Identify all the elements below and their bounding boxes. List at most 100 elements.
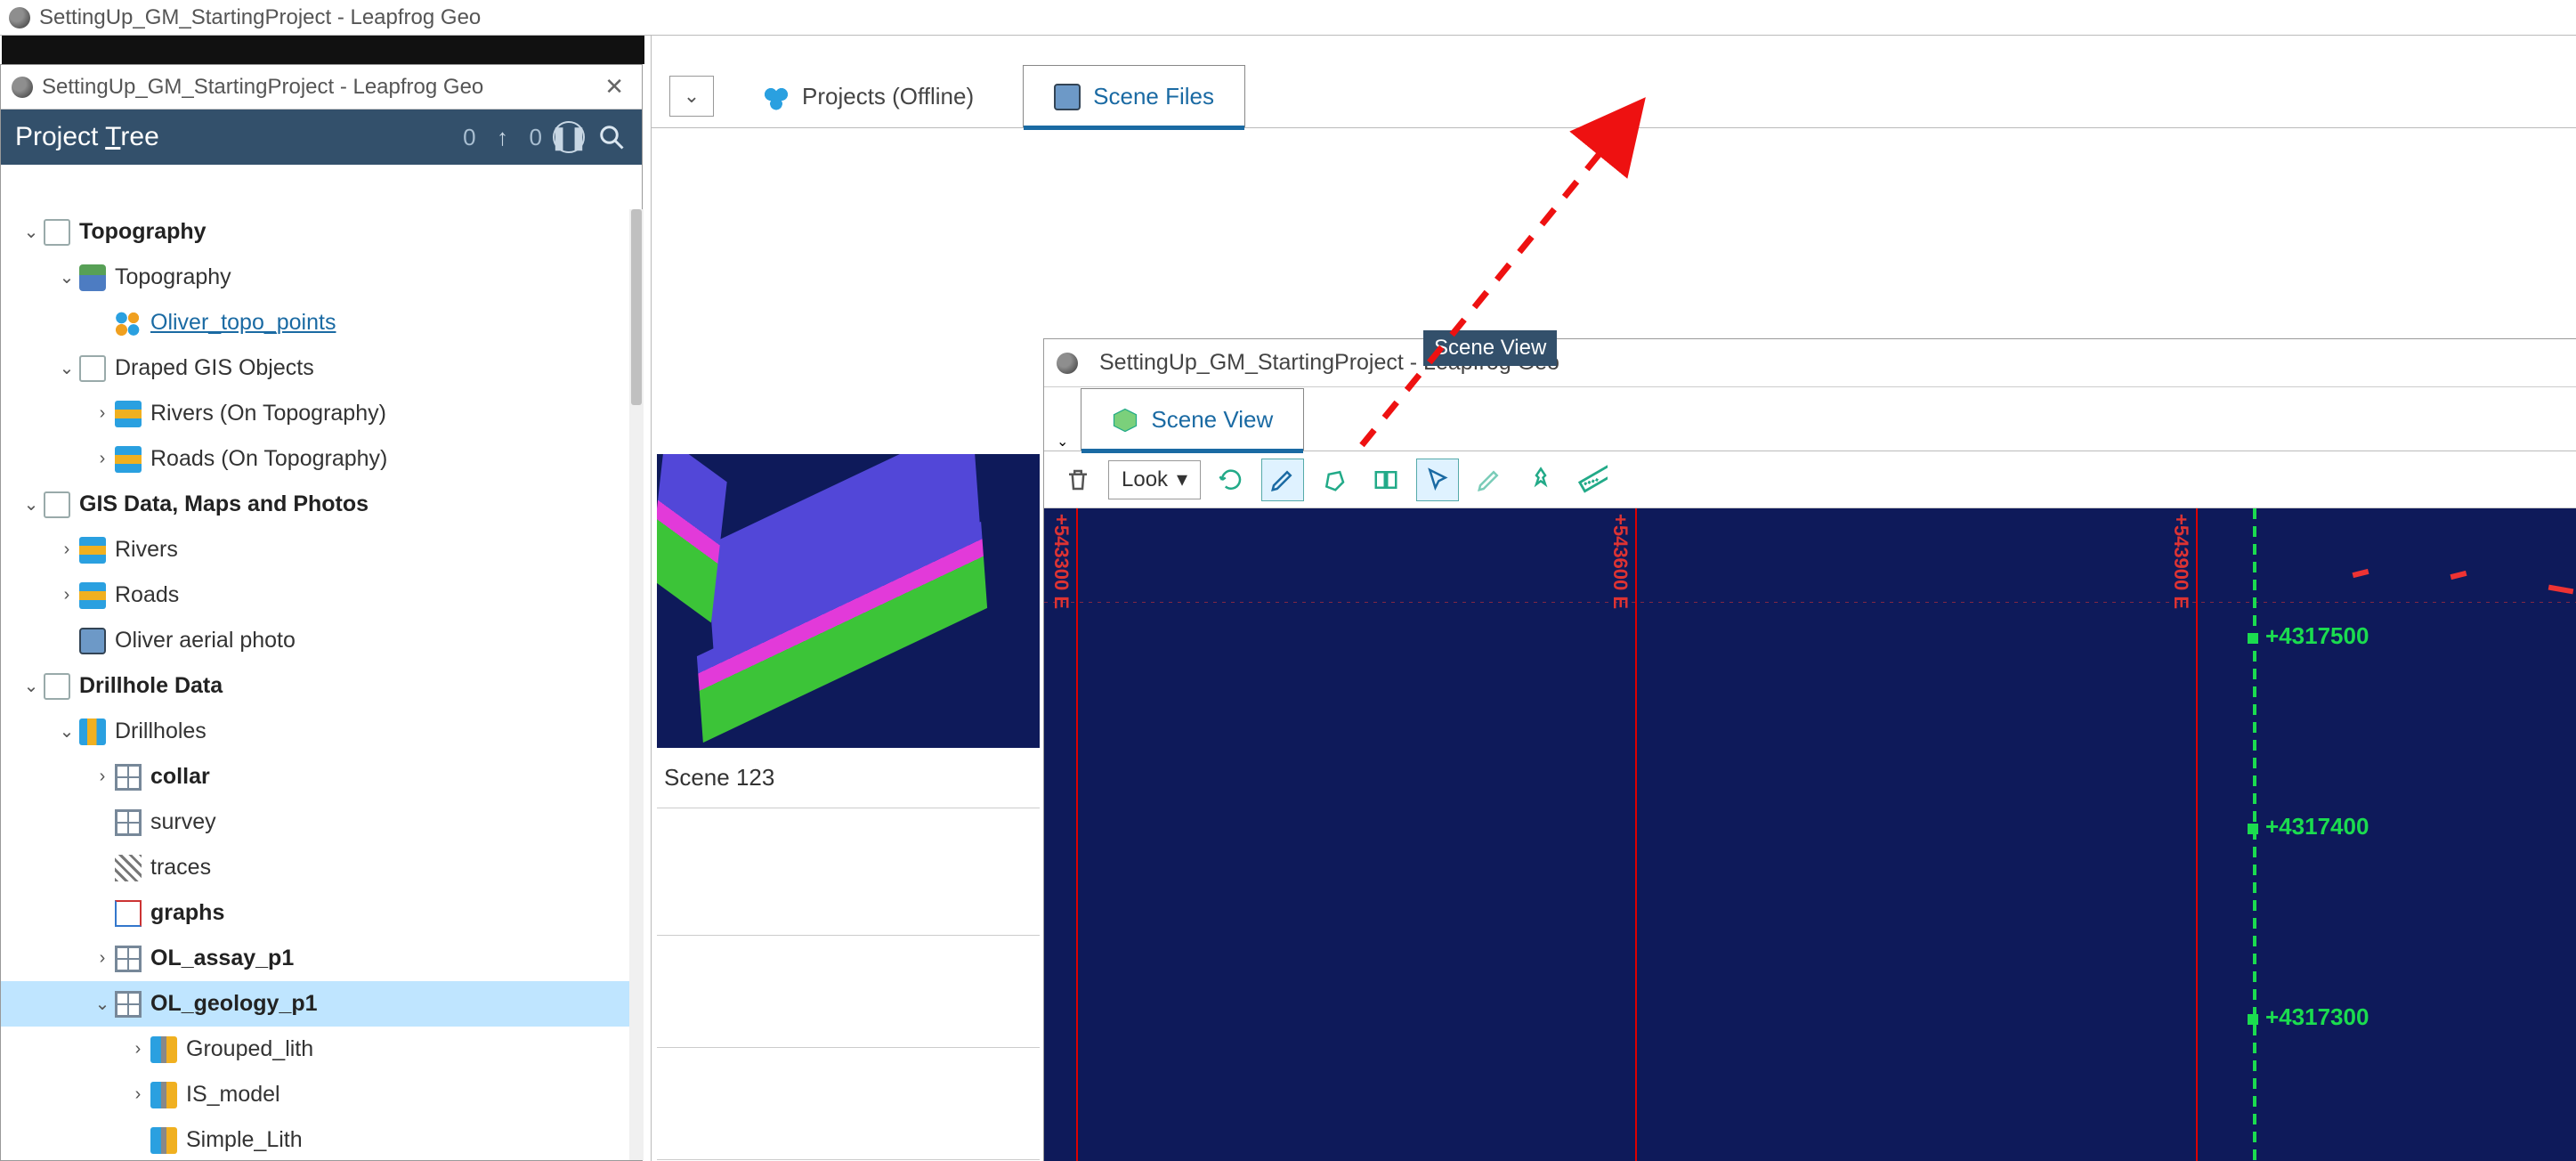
scrollbar-track[interactable] [629, 209, 644, 1160]
float-tab-strip: ⌄ Scene View [1044, 387, 2576, 451]
chevron-right-icon[interactable]: › [126, 1084, 150, 1105]
tree-label: collar [150, 764, 210, 790]
tree-row[interactable]: ⌄ Drillholes [1, 709, 644, 754]
look-dropdown[interactable]: Look ▾ [1108, 460, 1201, 499]
chevron-down-icon[interactable]: ⌄ [19, 493, 44, 516]
tree-label: Oliver aerial photo [115, 628, 296, 654]
east-tick [2248, 1014, 2258, 1025]
layout-icon[interactable] [1365, 459, 1407, 501]
tree-label: Rivers (On Topography) [150, 401, 386, 426]
tab-scene-files-label: Scene Files [1093, 83, 1214, 110]
tab-menu-chevron[interactable]: ⌄ [669, 76, 714, 117]
tab-menu-chevron[interactable]: ⌄ [1057, 433, 1068, 451]
tooltip-scene-view: Scene View [1423, 330, 1557, 366]
chevron-right-icon[interactable]: › [54, 585, 79, 605]
search-icon[interactable] [595, 121, 628, 153]
app-icon [1057, 353, 1078, 374]
chevron-right-icon[interactable]: › [90, 403, 115, 424]
layer-icon [79, 537, 106, 564]
chevron-right-icon[interactable]: › [54, 540, 79, 560]
tree-label: Simple_Lith [186, 1127, 303, 1153]
up-arrow-icon[interactable]: ↑ [487, 121, 519, 153]
east-tick [2248, 824, 2258, 834]
tree-row[interactable]: ›IS_model [1, 1072, 644, 1117]
row-separator [657, 935, 1040, 936]
polygon-icon[interactable] [1313, 459, 1356, 501]
tree-label: Roads (On Topography) [150, 446, 387, 472]
axis-label: +543600 E [1608, 514, 1632, 609]
east-label: +4317400 [2265, 813, 2369, 840]
delete-icon[interactable] [1057, 459, 1099, 501]
layer-icon [115, 401, 142, 427]
scrollbar-thumb[interactable] [631, 209, 642, 405]
tree-row[interactable]: graphs [1, 890, 644, 936]
grid-v-line [2196, 508, 2198, 1161]
tree-row[interactable]: ⌄Drillhole Data [1, 663, 644, 709]
chevron-down-icon[interactable]: ⌄ [54, 266, 79, 288]
tree-row[interactable]: ⌄ GIS Data, Maps and Photos [1, 482, 644, 527]
chevron-down-icon[interactable]: ⌄ [19, 675, 44, 697]
tree-row[interactable]: survey [1, 800, 644, 845]
tree-row[interactable]: ⌄OL_geology_p1 [1, 981, 644, 1027]
table-icon [115, 764, 142, 791]
eraser-icon[interactable] [1468, 459, 1511, 501]
chevron-down-icon[interactable]: ⌄ [19, 221, 44, 243]
left-panel: SettingUp_GM_StartingProject - Leapfrog … [0, 36, 652, 1161]
folder-icon [44, 673, 70, 700]
tree-row[interactable]: Oliver_topo_points [1, 300, 644, 345]
tab-scene-files[interactable]: Scene Files [1023, 65, 1245, 127]
chevron-down-icon[interactable]: ⌄ [90, 993, 115, 1015]
project-tree[interactable]: ⌄Topography⌄TopographyOliver_topo_points… [1, 209, 644, 1160]
pen-tool-icon[interactable] [1261, 459, 1304, 501]
chevron-right-icon[interactable]: › [126, 1039, 150, 1060]
tree-row[interactable]: › OL_assay_p1 [1, 936, 644, 981]
tree-row[interactable]: ⌄Topography [1, 209, 644, 255]
ruler-icon[interactable] [1571, 459, 1614, 501]
tree-row[interactable]: Oliver aerial photo [1, 618, 644, 663]
tree-label: graphs [150, 900, 224, 926]
scene-viewport[interactable]: +543300 E +543600 E +543900 E +4317500 +… [1044, 508, 2576, 1161]
scene-card[interactable]: Scene 123 [657, 454, 1040, 808]
tree-row[interactable]: › collar [1, 754, 644, 800]
tree-row[interactable]: ›Grouped_lith [1, 1027, 644, 1072]
tree-row[interactable]: ›Rivers [1, 527, 644, 572]
close-icon[interactable]: ✕ [604, 73, 624, 101]
tree-row[interactable]: traces [1, 845, 644, 890]
tree-label: OL_assay_p1 [150, 946, 294, 971]
main-title-text: SettingUp_GM_StartingProject - Leapfrog … [39, 5, 481, 30]
axis-label: +543300 E [1049, 514, 1073, 609]
chevron-down-icon[interactable]: ⌄ [54, 720, 79, 743]
tree-row[interactable]: › Rivers (On Topography) [1, 391, 644, 436]
chevron-right-icon[interactable]: › [90, 948, 115, 969]
app-icon [12, 77, 33, 98]
tree-row[interactable]: Simple_Lith [1, 1117, 644, 1160]
tree-row[interactable]: ⌄Draped GIS Objects [1, 345, 644, 391]
tree-label: GIS Data, Maps and Photos [79, 491, 369, 517]
tab-scene-view[interactable]: Scene View [1081, 388, 1304, 451]
folder-icon [44, 491, 70, 518]
grouped-icon [150, 1127, 177, 1154]
scene-files-icon [1054, 84, 1081, 110]
tree-row[interactable]: ⌄Topography [1, 255, 644, 300]
dots-icon [115, 310, 142, 337]
tab-projects[interactable]: Projects (Offline) [732, 65, 1005, 127]
tree-label: Drillholes [115, 719, 207, 744]
black-band [2, 36, 644, 64]
refresh-icon[interactable] [1210, 459, 1252, 501]
chevron-right-icon[interactable]: › [90, 449, 115, 469]
table-icon [115, 946, 142, 972]
grid-v-line [1635, 508, 1637, 1161]
pin-icon[interactable] [1519, 459, 1562, 501]
east-label: +4317300 [2265, 1003, 2369, 1031]
app-icon [9, 7, 30, 28]
cursor-icon[interactable] [1416, 459, 1459, 501]
chevron-down-icon[interactable]: ⌄ [54, 357, 79, 379]
pause-icon[interactable]: ❚❚ [553, 121, 585, 153]
chevron-right-icon[interactable]: › [90, 767, 115, 787]
tree-row[interactable]: ›Roads [1, 572, 644, 618]
tab-scene-view-label: Scene View [1151, 406, 1273, 434]
layer-icon [115, 446, 142, 473]
tree-row[interactable]: › Roads (On Topography) [1, 436, 644, 482]
table-icon [115, 809, 142, 836]
layer-icon [79, 582, 106, 609]
